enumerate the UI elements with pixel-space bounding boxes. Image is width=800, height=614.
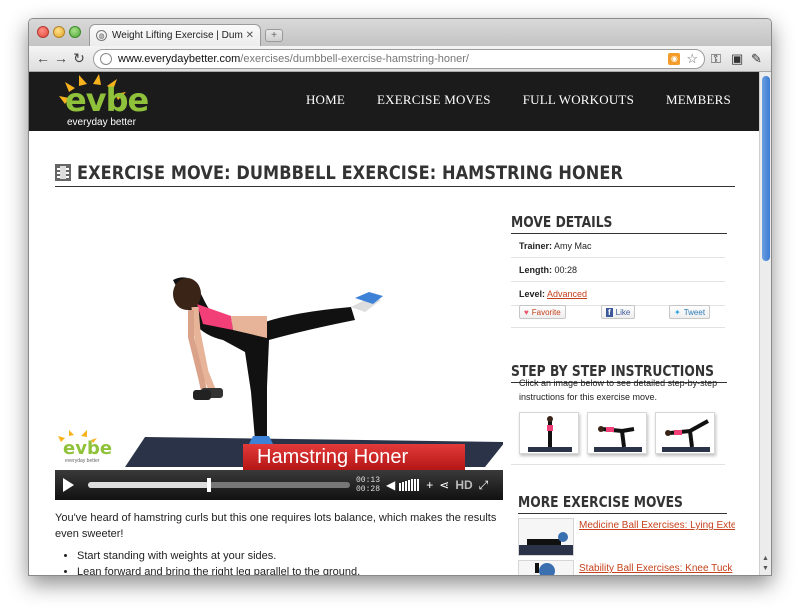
browser-tab[interactable]: ◍ Weight Lifting Exercise | Dum ✕	[89, 24, 261, 46]
step-item: Lean forward and bring the right leg par…	[77, 564, 360, 575]
film-icon	[55, 164, 71, 181]
intro-text: You've heard of hamstring curls but this…	[55, 512, 497, 540]
steps-instructions: Click an image below to see detailed ste…	[519, 378, 718, 402]
new-tab-button[interactable]: +	[265, 29, 283, 42]
logo-tagline: everyday better	[67, 117, 136, 128]
play-icon[interactable]	[63, 478, 74, 492]
browser-toolbar: ← → ↻ www.everydaybetter.com/exercises/d…	[29, 46, 771, 72]
watermark-word: evbe	[63, 438, 113, 459]
twitter-icon: ✦	[674, 307, 681, 317]
level-link[interactable]: Advanced	[547, 289, 587, 299]
trainer-row: Trainer: Amy Mac	[511, 234, 725, 258]
seek-handle[interactable]	[206, 478, 211, 492]
zoom-window-button[interactable]	[69, 26, 81, 38]
address-bar[interactable]: www.everydaybetter.com/exercises/dumbbel…	[93, 49, 705, 69]
heart-icon: ♥	[524, 307, 529, 317]
step-thumbnails	[519, 412, 723, 454]
seek-fill	[88, 482, 209, 488]
back-icon[interactable]: ←	[35, 50, 51, 66]
logo-wordmark: evbe	[65, 81, 149, 119]
share-icon[interactable]: ⋖	[439, 478, 449, 492]
tweet-button[interactable]: ✦ Tweet	[669, 305, 711, 319]
zoom-plus-icon[interactable]: +	[426, 478, 433, 492]
tab-title: Weight Lifting Exercise | Dum	[112, 30, 243, 41]
more-move-link-2[interactable]: Stability Ball Exercises: Knee Tuck	[579, 563, 735, 574]
nav-exercise-moves[interactable]: EXERCISE MOVES	[377, 92, 491, 108]
nav-full-workouts[interactable]: FULL WORKOUTS	[523, 92, 634, 108]
watermark-tag: everyday better	[65, 458, 100, 464]
video-watermark: evbe everyday better	[57, 430, 117, 468]
page-icon[interactable]: ▣	[731, 51, 743, 67]
time-current: 00:13	[356, 476, 381, 485]
page-title: EXERCISE MOVE: DUMBBELL EXERCISE: HAMSTR…	[77, 162, 624, 184]
forward-icon[interactable]: →	[53, 50, 69, 66]
page-viewport: evbe everyday better HOME EXERCISE MOVES…	[29, 72, 761, 575]
facebook-icon: f	[606, 307, 613, 317]
url-text: www.everydaybetter.com/exercises/dumbbel…	[118, 53, 469, 65]
browser-window: ◍ Weight Lifting Exercise | Dum ✕ + ← → …	[28, 18, 772, 576]
site-header: evbe everyday better HOME EXERCISE MOVES…	[29, 72, 761, 131]
move-details-heading: MOVE DETAILS	[511, 213, 727, 234]
main-nav: HOME EXERCISE MOVES FULL WORKOUTS MEMBER…	[306, 92, 761, 108]
close-window-button[interactable]	[37, 26, 49, 38]
reload-icon[interactable]: ↻	[71, 50, 87, 67]
close-tab-icon[interactable]: ✕	[246, 30, 254, 41]
volume-slider[interactable]	[399, 479, 420, 491]
favorite-button[interactable]: ♥ Favorite	[519, 305, 566, 319]
tab-bar: ◍ Weight Lifting Exercise | Dum ✕ +	[29, 19, 771, 46]
hd-toggle[interactable]: HD	[455, 478, 472, 492]
more-move-thumbnail-2[interactable]	[518, 560, 574, 575]
page-title-row: EXERCISE MOVE: DUMBBELL EXERCISE: HAMSTR…	[55, 162, 735, 187]
like-button[interactable]: f Like	[601, 305, 636, 319]
nav-home[interactable]: HOME	[306, 92, 345, 108]
bookmark-star-icon[interactable]: ☆	[686, 51, 698, 67]
site-info-icon	[100, 53, 112, 65]
video-controls: 00:13 00:28 ◀ + ⋖ HD ⤢	[55, 470, 503, 500]
globe-icon: ◍	[96, 30, 107, 41]
volume-icon[interactable]: ◀	[386, 478, 395, 492]
wrench-icon[interactable]: ✎	[751, 51, 762, 67]
time-total: 00:28	[356, 485, 381, 494]
time-display: 00:13 00:28	[356, 476, 380, 494]
rss-icon[interactable]: ◉	[668, 53, 681, 65]
scroll-up-icon[interactable]: ▲	[760, 555, 771, 565]
video-caption: Hamstring Honer	[243, 444, 465, 470]
step-thumbnail-2[interactable]	[587, 412, 647, 454]
social-row: ♥ Favorite f Like ✦ Tweet	[511, 300, 725, 328]
step-list: Start standing with weights at your side…	[77, 548, 360, 575]
site-logo[interactable]: evbe everyday better	[55, 74, 149, 130]
sidebar-divider	[511, 464, 725, 465]
length-value: 00:28	[554, 265, 578, 275]
more-move-link-1[interactable]: Medicine Ball Exercises: Lying Exte	[579, 520, 735, 531]
page-scrollbar[interactable]: ▲ ▼	[759, 72, 771, 575]
scroll-down-icon[interactable]: ▼	[760, 565, 771, 575]
seek-bar[interactable]	[88, 478, 350, 492]
nav-members[interactable]: MEMBERS	[666, 92, 731, 108]
key-icon[interactable]: ⚿	[711, 51, 721, 67]
more-moves-heading: MORE EXERCISE MOVES	[518, 493, 727, 514]
step-thumbnail-3[interactable]	[655, 412, 715, 454]
exercise-illustration	[125, 277, 503, 467]
fullscreen-icon[interactable]: ⤢	[479, 478, 489, 493]
step-thumbnail-1[interactable]	[519, 412, 579, 454]
step-item: Start standing with weights at your side…	[77, 548, 360, 564]
minimize-window-button[interactable]	[53, 26, 65, 38]
more-move-thumbnail-1[interactable]	[518, 518, 574, 556]
trainer-value: Amy Mac	[554, 241, 592, 251]
video-player[interactable]: evbe everyday better Hamstring Honer 00:…	[55, 212, 503, 500]
length-row: Length: 00:28	[511, 258, 725, 282]
scrollbar-thumb[interactable]	[762, 76, 770, 261]
